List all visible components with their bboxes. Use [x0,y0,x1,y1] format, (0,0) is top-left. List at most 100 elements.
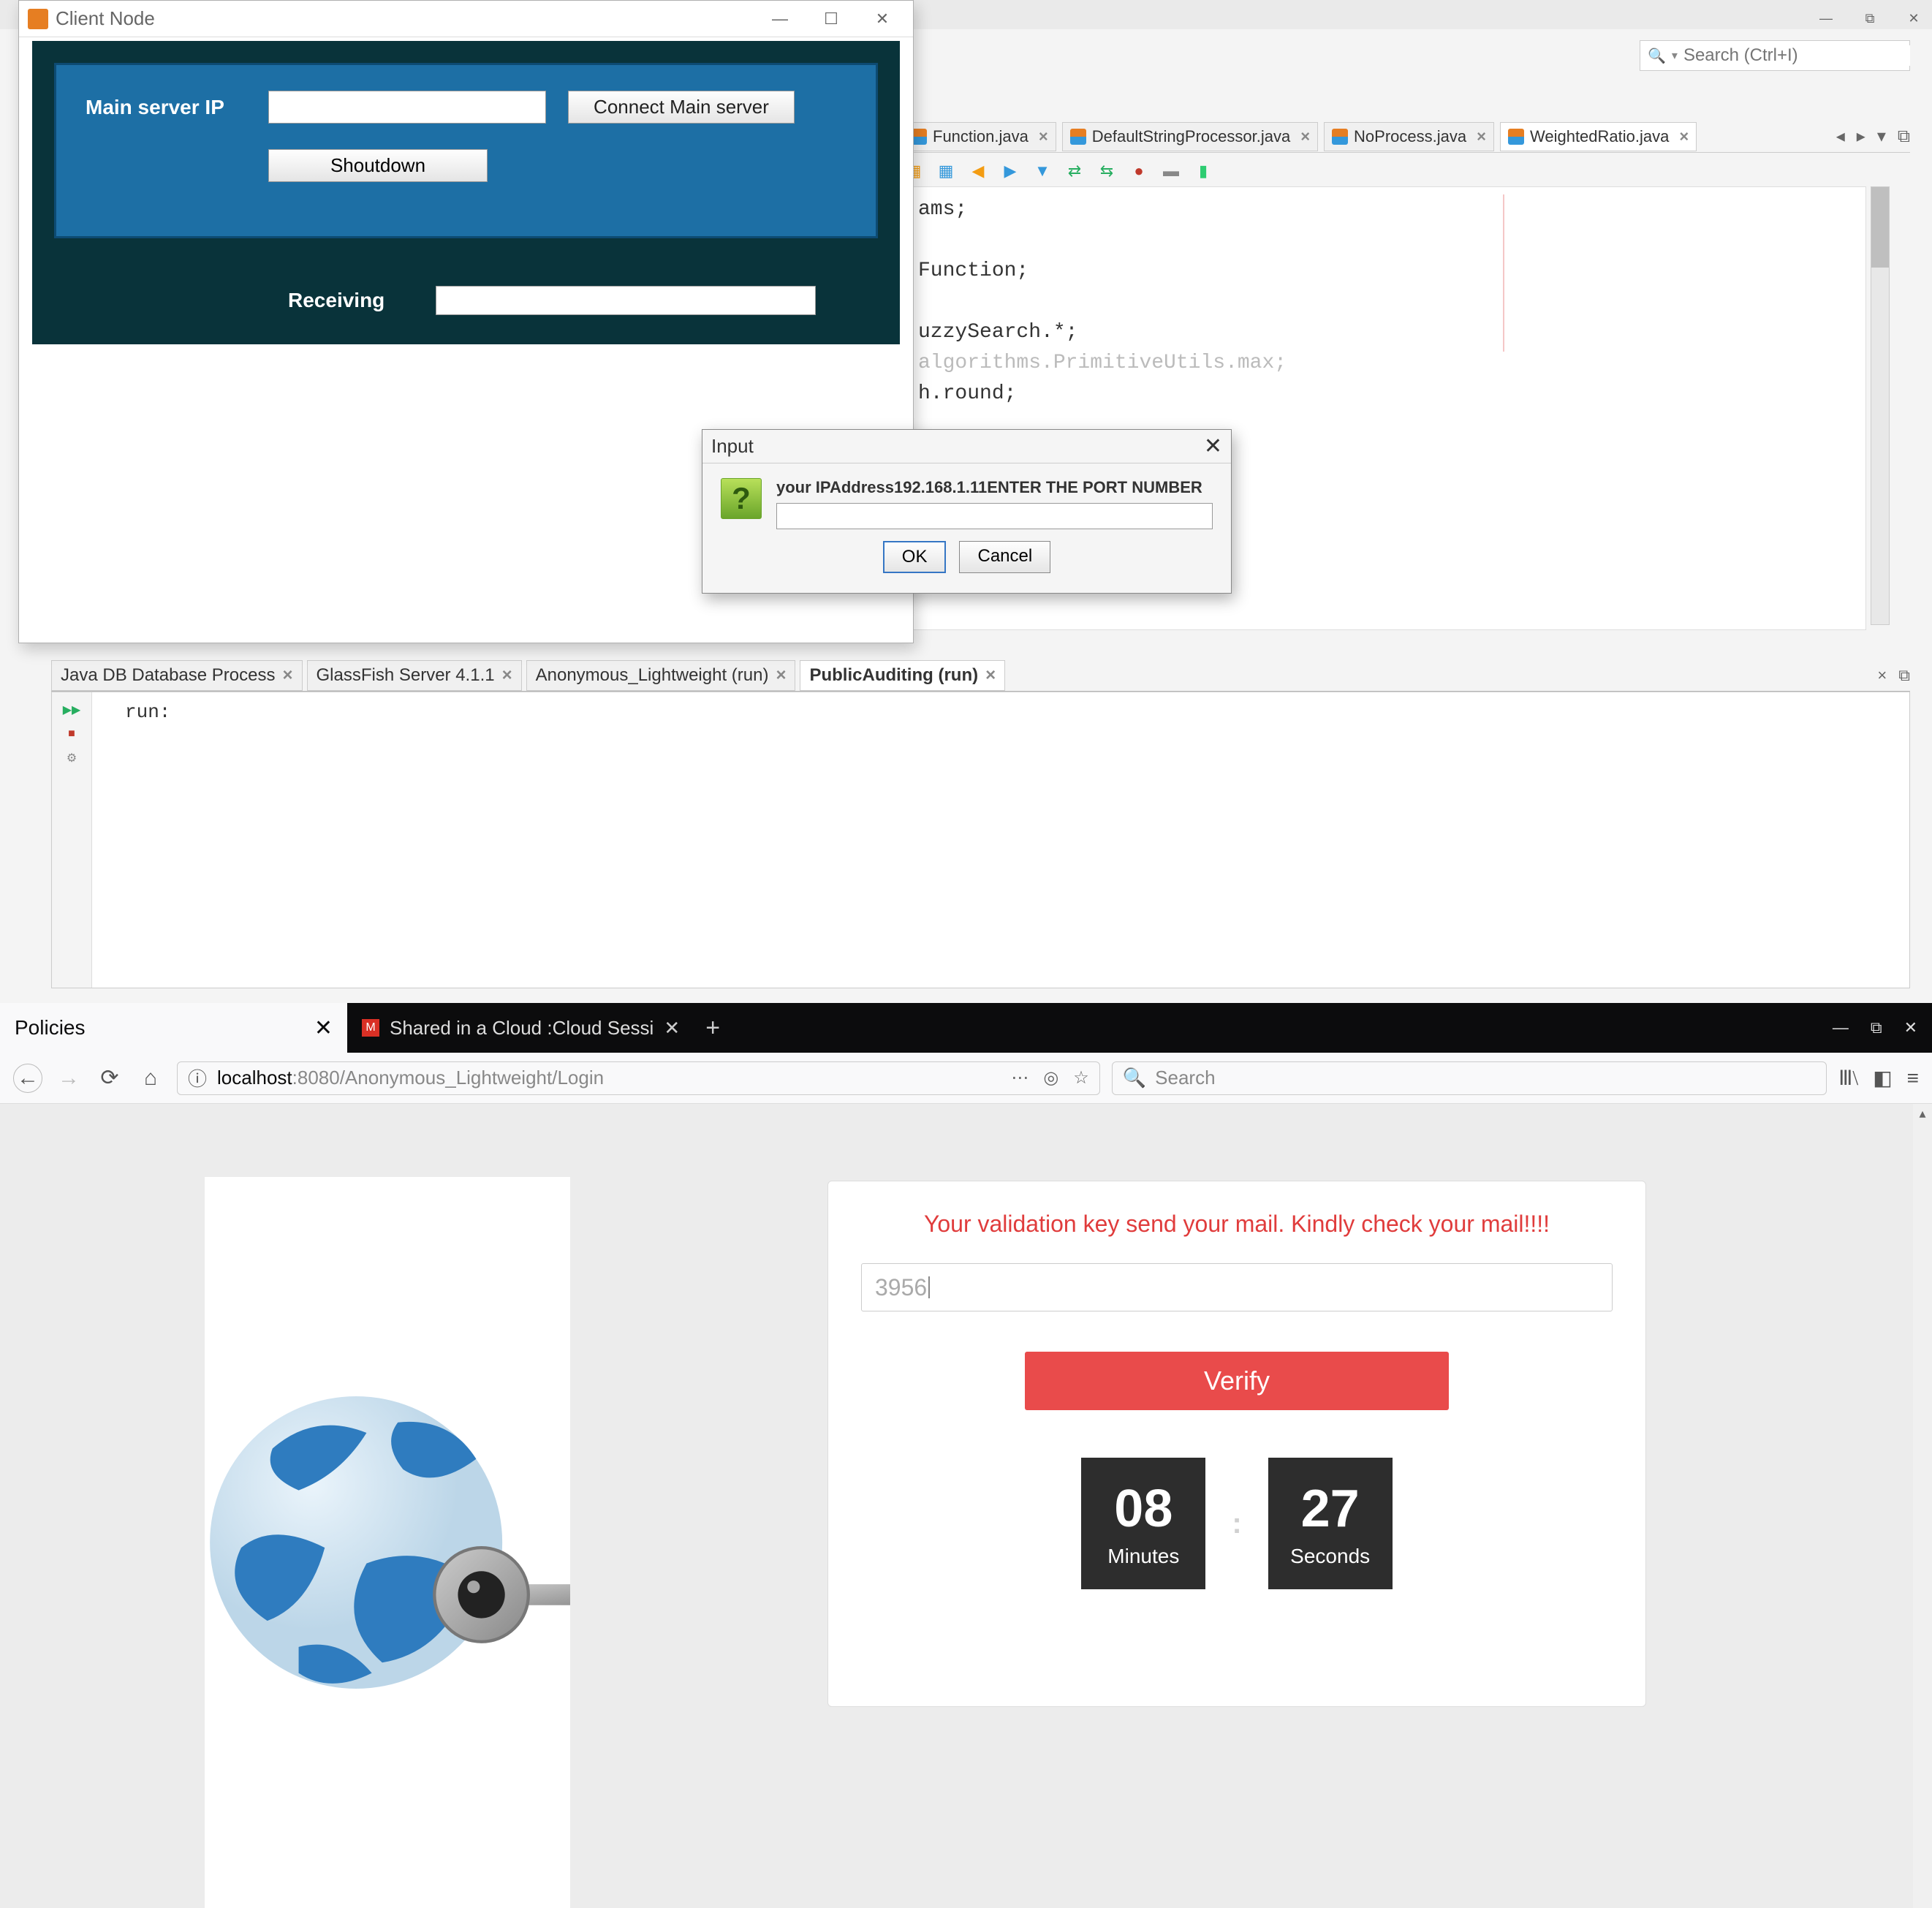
close-output-icon[interactable]: × [1877,666,1887,685]
ide-search-box[interactable]: 🔍 ▾ [1640,40,1910,71]
nav-back-icon[interactable]: ◀ [967,160,989,182]
ide-editor-toolbar: ▦ ▦ ◀ ▶ ▼ ⇄ ⇆ ● ▬ ▮ ⧉ [903,156,1214,186]
maximize-output-icon[interactable]: ⧉ [1898,666,1910,685]
settings-icon[interactable]: ⚙ [67,751,77,765]
close-icon[interactable]: × [985,665,996,686]
close-icon[interactable]: × [1679,127,1689,146]
chart-icon[interactable]: ▮ [1192,160,1214,182]
ide-output-pane: ▶▶ ■ ⚙ run: [51,692,1910,988]
next-tab-icon[interactable]: ▸ [1857,126,1865,147]
menu-icon[interactable]: ≡ [1907,1067,1919,1090]
tab-menu-icon[interactable]: ▾ [1877,126,1886,147]
close-icon[interactable]: ✕ [314,1015,333,1041]
close-icon[interactable]: ✕ [860,4,904,34]
main-server-ip-input[interactable] [268,91,546,124]
bookmark-icon[interactable]: ☆ [1073,1067,1089,1089]
notice-text: Your validation key send your mail. Kind… [924,1211,1550,1238]
port-number-input[interactable] [776,503,1213,529]
ide-close-icon[interactable]: ✕ [1903,7,1925,29]
close-icon[interactable]: × [1300,127,1310,146]
timer-separator: : [1232,1507,1241,1540]
java-app-icon [28,9,48,29]
rerun-icon[interactable]: ▶▶ [63,703,81,717]
validation-code-input[interactable]: 3956 [861,1263,1613,1311]
mail-icon: M [362,1019,379,1037]
maximize-editor-icon[interactable]: ⧉ [1898,126,1910,147]
close-icon[interactable]: ✕ [664,1017,680,1040]
tab-anonymous-run[interactable]: Anonymous_Lightweight (run)× [526,660,796,691]
ok-button[interactable]: OK [883,541,947,573]
sidebar-icon[interactable]: ◧ [1873,1066,1892,1090]
home-icon[interactable]: ⌂ [136,1064,165,1093]
maximize-icon[interactable]: ☐ [809,4,853,34]
nav-forward-icon[interactable]: → [54,1064,83,1093]
ruler-line [1503,194,1504,352]
verify-button[interactable]: Verify [1025,1352,1449,1410]
toggle2-icon[interactable]: ⇆ [1096,160,1118,182]
more-icon[interactable]: ⋯ [1011,1067,1028,1089]
page-scrollbar[interactable]: ▴ [1913,1104,1932,1908]
minimize-icon[interactable]: — [758,4,802,34]
input-dialog-message: your IPAddress192.168.1.11ENTER THE PORT… [776,478,1213,497]
verify-card: Your validation key send your mail. Kind… [827,1181,1646,1707]
cancel-button[interactable]: Cancel [959,541,1050,573]
close-icon[interactable]: × [1477,127,1486,146]
close-icon[interactable]: × [282,665,292,686]
run-output-text: run: [125,701,170,723]
search-icon: 🔍 [1123,1067,1146,1089]
info-icon[interactable]: ⓘ [188,1064,207,1091]
java-file-icon [1332,129,1348,145]
search-icon: 🔍 [1648,47,1666,65]
ide-editor-tabs: Function.java× DefaultStringProcessor.ja… [903,121,1910,153]
history-icon[interactable]: ▦ [935,160,957,182]
tab-noprocess[interactable]: NoProcess.java× [1324,122,1494,151]
scroll-up-icon[interactable]: ▴ [1913,1104,1932,1123]
tab-defaultstringprocessor[interactable]: DefaultStringProcessor.java× [1062,122,1318,151]
comment-icon[interactable]: ▬ [1160,160,1182,182]
tab-glassfish[interactable]: GlassFish Server 4.1.1× [307,660,522,691]
prev-tab-icon[interactable]: ◂ [1836,126,1845,147]
stop-icon[interactable]: ■ [68,727,75,741]
question-icon: ? [721,478,762,519]
client-node-title: Client Node [56,7,155,30]
minimize-icon[interactable]: — [1833,1018,1849,1037]
java-file-icon [1508,129,1524,145]
input-dialog-title: Input [711,435,754,458]
shutdown-button[interactable]: Shoutdown [268,149,488,182]
tab-weightedratio[interactable]: WeightedRatio.java× [1500,122,1697,151]
maximize-icon[interactable]: ⧉ [1871,1018,1882,1037]
new-tab-button[interactable]: + [694,1003,731,1053]
tab-java-db[interactable]: Java DB Database Process× [51,660,303,691]
close-icon[interactable]: × [1039,127,1048,146]
ide-output-tabs: Java DB Database Process× GlassFish Serv… [51,659,1910,692]
main-server-ip-label: Main server IP [86,96,246,119]
ide-maximize-icon[interactable]: ⧉ [1859,7,1881,29]
receiving-label: Receiving [288,289,384,312]
close-icon[interactable]: × [502,665,512,686]
java-file-icon [1070,129,1086,145]
close-icon[interactable]: × [776,665,786,686]
close-icon[interactable]: ✕ [1204,434,1222,459]
editor-scrollbar[interactable] [1871,186,1890,625]
library-icon[interactable]: Ⅲ\ [1838,1066,1858,1091]
toggle-icon[interactable]: ⇄ [1064,160,1086,182]
reload-icon[interactable]: ⟳ [95,1064,124,1093]
ide-minimize-icon[interactable]: — [1815,7,1837,29]
stop-icon[interactable]: ● [1128,160,1150,182]
minutes-box: 08 Minutes [1081,1458,1205,1589]
search-bar[interactable]: 🔍 Search [1112,1061,1827,1095]
browser-tab-cloud-session[interactable]: M Shared in a Cloud :Cloud Sessi ✕ [347,1003,694,1053]
browser-tab-policies[interactable]: Policies ✕ [0,1003,347,1053]
connect-main-server-button[interactable]: Connect Main server [568,91,795,124]
ide-search-input[interactable] [1683,45,1910,66]
select-icon[interactable]: ▼ [1031,160,1053,182]
globe-key-image [205,1177,570,1908]
seconds-box: 27 Seconds [1268,1458,1393,1589]
nav-forward-icon[interactable]: ▶ [999,160,1021,182]
tab-publicauditing-run[interactable]: PublicAuditing (run)× [800,660,1005,691]
tab-function[interactable]: Function.java× [903,122,1056,151]
url-bar[interactable]: ⓘ localhost:8080/Anonymous_Lightweight/L… [177,1061,1100,1095]
close-icon[interactable]: ✕ [1904,1018,1917,1037]
reader-icon[interactable]: ◎ [1043,1067,1058,1089]
nav-back-icon[interactable]: ← [13,1064,42,1093]
